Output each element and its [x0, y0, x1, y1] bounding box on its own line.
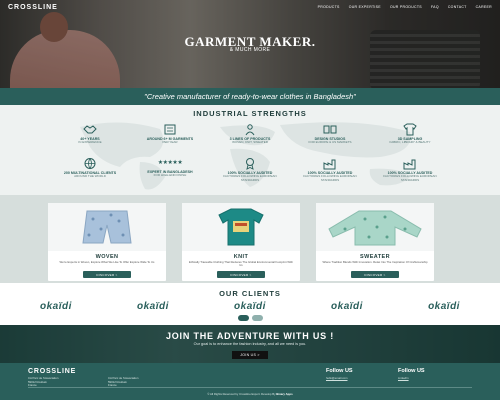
footer-divider [28, 387, 472, 388]
discover-sweater-button[interactable]: DISCOVER > [351, 271, 399, 278]
handshake-icon [82, 122, 98, 136]
strengths-title: INDUSTRIAL STRENGTHS [193, 109, 307, 118]
strength-item: DESIGN STUDIOS FOR EUROPE & US MARKETS [300, 122, 360, 145]
industrial-strengths-section: INDUSTRIAL STRENGTHS 40+ YEARS IN EXPERI… [0, 105, 500, 195]
product-card-sweater: SWEATER Where Tradition Blends With Inno… [316, 203, 434, 281]
site-logo[interactable]: CROSSLINE [8, 4, 58, 11]
strength-item: 100% SOCIALLY AUDITED FACTORIES FOLLOWIN… [220, 156, 280, 182]
stars-icon: ★★★★★ [157, 160, 183, 166]
discover-knit-button[interactable]: DISCOVER > [217, 271, 265, 278]
client-logo: okaïdi [331, 301, 363, 312]
join-banner: JOIN THE ADVENTURE WITH US ! Our goal is… [0, 325, 500, 363]
globe-icon [82, 156, 98, 170]
strength-item: 100% SOCIALLY AUDITED FACTORIES FOLLOWIN… [300, 156, 360, 182]
nav-item-faq[interactable]: FAQ [431, 5, 439, 9]
join-title: JOIN THE ADVENTURE WITH US ! [165, 331, 335, 341]
nav-item-career[interactable]: CAREER [476, 5, 492, 9]
nav-item-products[interactable]: PRODUCTS [318, 5, 340, 9]
footer-email-link[interactable]: hello@email.com [326, 376, 348, 380]
carousel-dot[interactable] [251, 315, 263, 321]
client-logos: okaïdi okaïdi okaïdi okaïdi okaïdi [40, 301, 460, 312]
clients-title: OUR CLIENTS [219, 289, 281, 298]
product-description: Where Tradition Blends With Innovation. … [322, 260, 428, 264]
footer-follow-heading: Follow US [398, 368, 425, 374]
strength-item: 3 LINES OF PRODUCTS WOVEN, KNIT, SWEATER [220, 122, 280, 145]
strengths-row-1: 40+ YEARS IN EXPERIENCE AROUND 6+ M GARM… [60, 122, 440, 145]
nav-menu: PRODUCTS OUR EXPERTISE OUR PRODUCTS FAQ … [318, 5, 492, 9]
site-footer: CROSSLINE CA Parc de l'Association 59012… [0, 363, 500, 400]
nav-item-our-products[interactable]: OUR PRODUCTS [390, 5, 422, 9]
client-logo: okaïdi [137, 301, 169, 312]
tagline-text: "Creative manufacturer of ready-to-wear … [144, 92, 356, 101]
hero-banner: CROSSLINE PRODUCTS OUR EXPERTISE OUR PRO… [0, 0, 500, 88]
client-logo: okaïdi [234, 301, 266, 312]
client-logo: okaïdi [40, 301, 72, 312]
strength-item: ★★★★★ EXPERT IN BANGLADESH FOR HIGH-END … [140, 156, 200, 182]
client-logo: okaïdi [428, 301, 460, 312]
product-description: Ethically Traceable Clothing That Reduce… [189, 260, 293, 268]
badge-icon [242, 156, 258, 170]
strength-item: 3D SAMPLING FABRIC, LIBRARY & BEAUTY [380, 122, 440, 145]
developer-link[interactable]: Binary Apps [276, 392, 292, 396]
copyright: © All Rights Reserved by Crossline Expor… [207, 392, 293, 396]
product-description: We're Experts in Woven, Explore What We … [59, 260, 155, 264]
nav-item-expertise[interactable]: OUR EXPERTISE [349, 5, 381, 9]
join-us-button[interactable]: JOIN US > [232, 351, 268, 359]
strength-item: 200 MULTINATIONAL CLIENTS AROUND THE WOR… [60, 156, 120, 182]
products-section: WOVEN We're Experts in Woven, Explore Wh… [0, 195, 500, 283]
sweater-image [316, 203, 434, 251]
strength-item: 40+ YEARS IN EXPERIENCE [60, 122, 120, 145]
footer-linkedin-link[interactable]: LinkedIn [398, 376, 409, 380]
footer-follow-heading: Follow US [326, 368, 353, 374]
strengths-row-2: 200 MULTINATIONAL CLIENTS AROUND THE WOR… [60, 156, 440, 182]
tagline-banner: "Creative manufacturer of ready-to-wear … [0, 88, 500, 105]
top-nav: CROSSLINE PRODUCTS OUR EXPERTISE OUR PRO… [0, 0, 500, 14]
woven-shorts-image [48, 203, 166, 251]
factory-icon [402, 156, 418, 170]
discover-woven-button[interactable]: DISCOVER > [83, 271, 131, 278]
join-subtitle: Our goal is to enhance the fashion indus… [193, 342, 307, 346]
strength-item: AROUND 6+ M GARMENTS PER YEAR [140, 122, 200, 145]
nav-item-contact[interactable]: CONTACT [448, 5, 467, 9]
people-icon [242, 122, 258, 136]
clients-section: OUR CLIENTS okaïdi okaïdi okaïdi okaïdi … [0, 283, 500, 325]
strength-item: 100% SOCIALLY AUDITED FACTORIES FOLLOWIN… [380, 156, 440, 182]
carousel-dots [0, 315, 500, 321]
product-card-woven: WOVEN We're Experts in Woven, Explore Wh… [48, 203, 166, 281]
garment-icon [162, 122, 178, 136]
factory-icon [322, 156, 338, 170]
hero-subtitle: & MUCH MORE [229, 47, 271, 53]
tshirt-icon [402, 122, 418, 136]
footer-logo[interactable]: CROSSLINE [28, 368, 76, 375]
product-card-knit: KNIT Ethically Traceable Clothing That R… [182, 203, 300, 281]
design-icon [322, 122, 338, 136]
carousel-dot-active[interactable] [237, 315, 249, 321]
knit-tshirt-image [182, 203, 300, 251]
